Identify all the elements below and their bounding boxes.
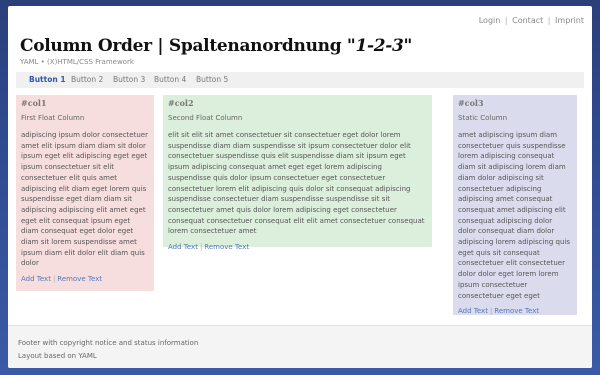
column-2-body: elit sit elit sit amet consectetuer sit … <box>168 131 425 236</box>
page-title: Column Order | Spaltenanordnung "1-2-3" <box>20 36 412 56</box>
separator: | <box>504 16 508 25</box>
remove-text-link[interactable]: Remove Text <box>57 275 102 283</box>
top-navigation: Login | Contact | Imprint <box>479 16 584 25</box>
column-3-subheading: Static Column <box>458 114 508 122</box>
page-title-italic: "1-2-3" <box>346 36 413 56</box>
column-1-heading: #col1 <box>21 98 47 108</box>
page-title-main: Column Order | Spaltenanordnung <box>20 36 347 56</box>
column-1-links: Add Text | Remove Text <box>21 275 149 283</box>
column-3-body: amet adipiscing ipsum diam consectetuer … <box>458 131 570 300</box>
add-text-link[interactable]: Add Text <box>458 307 488 315</box>
separator: | <box>489 307 493 316</box>
column-3-heading: #col3 <box>458 98 484 108</box>
column-1: #col1 First Float Column adipiscing ipsu… <box>16 95 154 291</box>
footer-copyright: Footer with copyright notice and status … <box>18 339 199 347</box>
column-2-subheading: Second Float Column <box>168 114 243 122</box>
column-1-subheading: First Float Column <box>21 114 85 122</box>
footer: Footer with copyright notice and status … <box>8 325 592 368</box>
remove-text-link[interactable]: Remove Text <box>494 307 539 315</box>
tab-button-4[interactable]: Button 4 <box>154 75 186 84</box>
separator: | <box>199 243 203 252</box>
tab-button-3[interactable]: Button 3 <box>113 75 145 84</box>
page-subtitle: YAML • (X)HTML/CSS Framework <box>20 58 134 66</box>
footer-credit: Layout based on YAML <box>18 352 97 360</box>
page: Login | Contact | Imprint Column Order |… <box>8 6 592 368</box>
column-3-links: Add Text | Remove Text <box>458 307 572 315</box>
main-navigation: Button 1 Button 2 Button 3 Button 4 Butt… <box>16 72 584 88</box>
column-3: #col3 Static Column amet adipiscing ipsu… <box>453 95 577 315</box>
tab-button-2[interactable]: Button 2 <box>71 75 103 84</box>
add-text-link[interactable]: Add Text <box>168 243 198 251</box>
contact-link[interactable]: Contact <box>512 16 543 25</box>
separator: | <box>547 16 551 25</box>
tab-button-5[interactable]: Button 5 <box>196 75 228 84</box>
column-2-links: Add Text | Remove Text <box>168 243 427 251</box>
column-2: #col2 Second Float Column elit sit elit … <box>163 95 432 251</box>
imprint-link[interactable]: Imprint <box>555 16 584 25</box>
login-link[interactable]: Login <box>479 16 501 25</box>
remove-text-link[interactable]: Remove Text <box>204 243 249 251</box>
tab-button-1[interactable]: Button 1 <box>29 75 66 84</box>
column-2-heading: #col2 <box>168 98 194 108</box>
column-1-body: adipiscing ipsum dolor consectetuer amet… <box>21 131 148 268</box>
add-text-link[interactable]: Add Text <box>21 275 51 283</box>
separator: | <box>52 275 56 284</box>
